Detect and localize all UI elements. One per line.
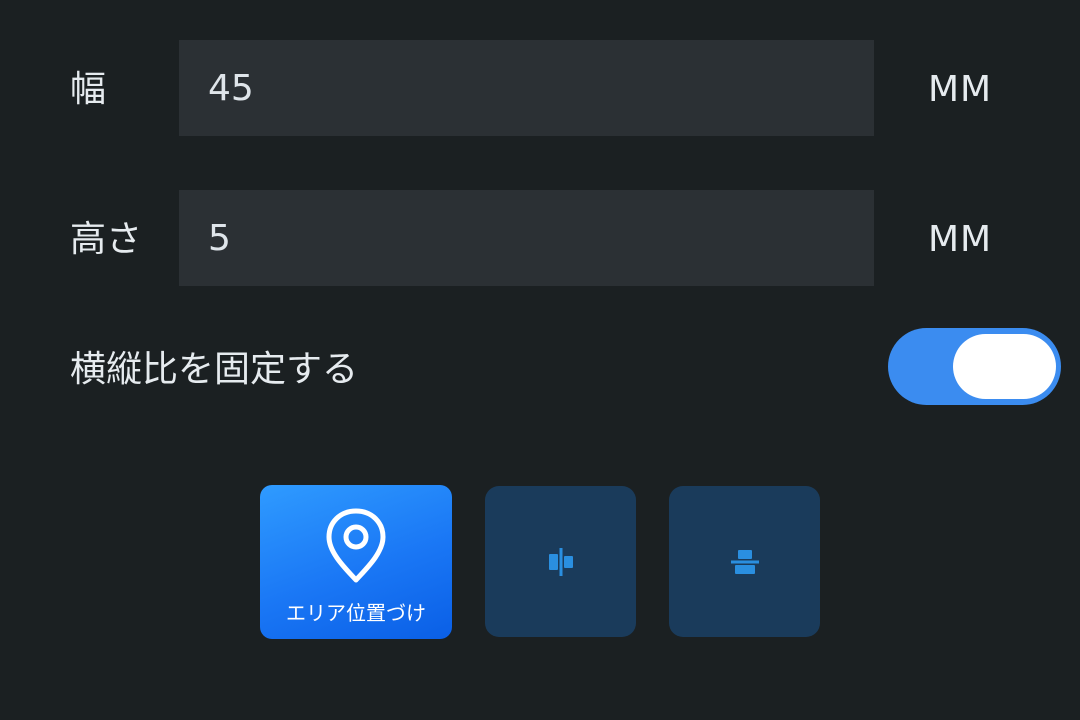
aspect-lock-label: 横縦比を固定する (70, 349, 359, 390)
height-input[interactable] (179, 190, 874, 286)
height-unit: MM (928, 219, 993, 260)
align-vertical-center-icon (730, 549, 759, 574)
width-label: 幅 (70, 69, 107, 110)
align-horizontal-center-button[interactable] (485, 486, 636, 637)
width-unit: MM (928, 69, 993, 110)
width-input[interactable] (179, 40, 874, 136)
area-position-label: エリア位置づけ (286, 601, 426, 625)
align-vertical-center-button[interactable] (669, 486, 820, 637)
aspect-lock-toggle[interactable] (888, 328, 1061, 405)
align-horizontal-center-icon (548, 547, 573, 576)
area-position-button[interactable]: エリア位置づけ (260, 485, 452, 639)
aspect-lock-toggle-knob (953, 334, 1056, 399)
size-settings-panel: 幅 MM 高さ MM 横縦比を固定する エリア位置づけ (0, 0, 1080, 720)
location-pin-icon (326, 508, 386, 583)
height-label: 高さ (70, 219, 143, 260)
